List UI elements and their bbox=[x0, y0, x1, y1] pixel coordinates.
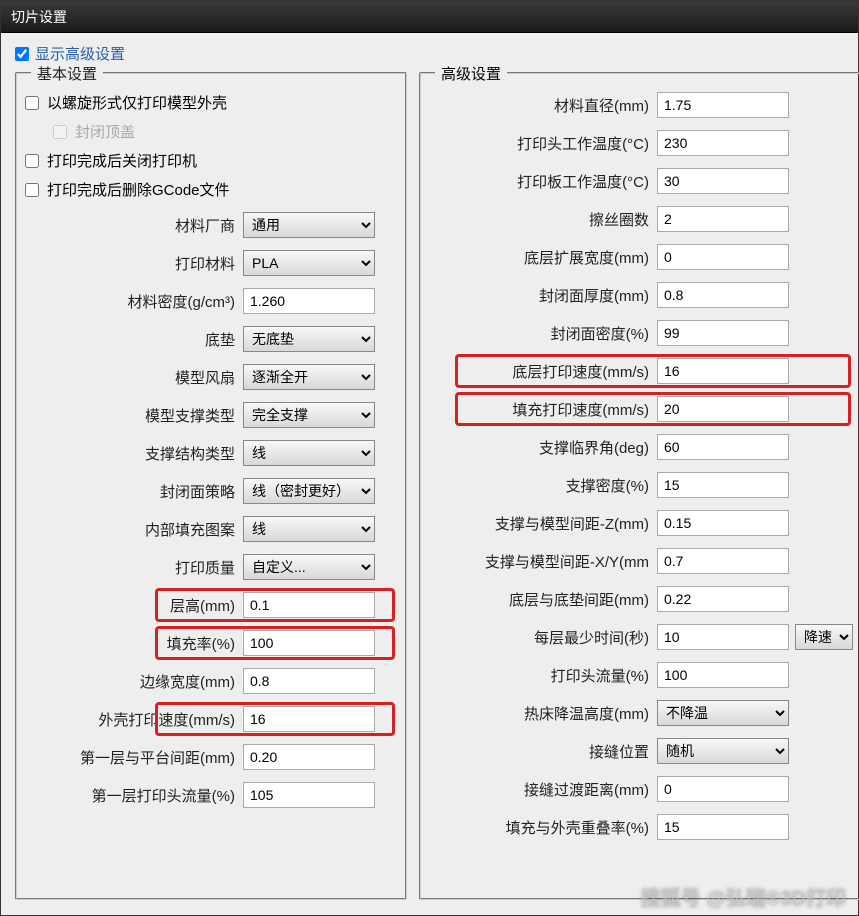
bed-temp-label: 打印板工作温度(°C) bbox=[425, 171, 657, 192]
support-struct-select[interactable]: 线 bbox=[243, 440, 375, 466]
wipe-label: 擦丝圈数 bbox=[425, 209, 657, 230]
base-expand-input[interactable] bbox=[657, 244, 789, 270]
layer-height-label: 层高(mm) bbox=[25, 595, 243, 616]
support-label: 模型支撑类型 bbox=[25, 405, 243, 426]
shell-speed-label: 外壳打印速度(mm/s) bbox=[25, 709, 243, 730]
support-density-label: 支撑密度(%) bbox=[425, 475, 657, 496]
layer-height-input[interactable] bbox=[243, 592, 375, 618]
diameter-label: 材料直径(mm) bbox=[425, 95, 657, 116]
material-select[interactable]: PLA bbox=[243, 250, 375, 276]
material-label: 打印材料 bbox=[25, 253, 243, 274]
support-gap-z-label: 支撑与模型间距-Z(mm) bbox=[425, 513, 657, 534]
support-struct-label: 支撑结构类型 bbox=[25, 443, 243, 464]
diameter-input[interactable] bbox=[657, 92, 789, 118]
first-gap-input[interactable] bbox=[243, 744, 375, 770]
head-flow-label: 打印头流量(%) bbox=[425, 665, 657, 686]
advanced-scroll[interactable]: 材料直径(mm) 打印头工作温度(°C) 打印板工作温度(°C) 擦丝圈数 底层… bbox=[425, 84, 857, 894]
shell-speed-input[interactable] bbox=[243, 706, 375, 732]
bed-cool-select[interactable]: 不降温 bbox=[657, 700, 789, 726]
raft-select[interactable]: 无底垫 bbox=[243, 326, 375, 352]
spiral-checkbox[interactable] bbox=[25, 96, 39, 110]
support-select[interactable]: 完全支撑 bbox=[243, 402, 375, 428]
seal-thick-input[interactable] bbox=[657, 282, 789, 308]
first-flow-input[interactable] bbox=[243, 782, 375, 808]
titlebar: 切片设置 bbox=[1, 1, 858, 33]
seal-density-input[interactable] bbox=[657, 320, 789, 346]
wipe-input[interactable] bbox=[657, 206, 789, 232]
infill-rate-label: 填充率(%) bbox=[25, 633, 243, 654]
infill-speed-label: 填充打印速度(mm/s) bbox=[425, 399, 657, 420]
infill-overlap-input[interactable] bbox=[657, 814, 789, 840]
min-layer-time-mode[interactable]: 降速 bbox=[795, 624, 853, 650]
slicer-settings-window: 切片设置 显示高级设置 基本设置 以螺旋形式仅打印模型外壳 封闭顶盖 bbox=[0, 0, 859, 916]
seal-strategy-select[interactable]: 线（密封更好） bbox=[243, 478, 375, 504]
advanced-settings-fieldset: 高级设置 材料直径(mm) 打印头工作温度(°C) 打印板工作温度(°C) 擦丝… bbox=[419, 72, 859, 900]
advanced-legend: 高级设置 bbox=[435, 63, 507, 84]
seam-dist-label: 接缝过渡距离(mm) bbox=[425, 779, 657, 800]
head-temp-input[interactable] bbox=[657, 130, 789, 156]
basic-legend: 基本设置 bbox=[31, 63, 103, 84]
head-flow-input[interactable] bbox=[657, 662, 789, 688]
content: 显示高级设置 基本设置 以螺旋形式仅打印模型外壳 封闭顶盖 打印完成后关闭打印机 bbox=[1, 33, 858, 910]
raft-label: 底垫 bbox=[25, 329, 243, 350]
quality-select[interactable]: 自定义... bbox=[243, 554, 375, 580]
seal-density-label: 封闭面密度(%) bbox=[425, 323, 657, 344]
base-speed-label: 底层打印速度(mm/s) bbox=[425, 361, 657, 382]
base-speed-input[interactable] bbox=[657, 358, 789, 384]
min-layer-time-input[interactable] bbox=[657, 624, 789, 650]
infill-rate-input[interactable] bbox=[243, 630, 375, 656]
head-temp-label: 打印头工作温度(°C) bbox=[425, 133, 657, 154]
show-advanced-checkbox[interactable] bbox=[15, 47, 29, 61]
bed-cool-label: 热床降温高度(mm) bbox=[425, 703, 657, 724]
first-flow-label: 第一层打印头流量(%) bbox=[25, 785, 243, 806]
power-off-checkbox[interactable] bbox=[25, 154, 39, 168]
raft-gap-input[interactable] bbox=[657, 586, 789, 612]
raft-gap-label: 底层与底垫间距(mm) bbox=[425, 589, 657, 610]
infill-overlap-label: 填充与外壳重叠率(%) bbox=[425, 817, 657, 838]
delete-gcode-checkbox[interactable] bbox=[25, 183, 39, 197]
support-angle-label: 支撑临界角(deg) bbox=[425, 437, 657, 458]
seal-top-checkbox[interactable] bbox=[53, 125, 67, 139]
edge-width-input[interactable] bbox=[243, 668, 375, 694]
fan-label: 模型风扇 bbox=[25, 367, 243, 388]
basic-settings-fieldset: 基本设置 以螺旋形式仅打印模型外壳 封闭顶盖 打印完成后关闭打印机 打印完成后删… bbox=[15, 72, 407, 900]
seam-pos-label: 接缝位置 bbox=[425, 741, 657, 762]
show-advanced-label: 显示高级设置 bbox=[35, 43, 125, 64]
power-off-option: 打印完成后关闭打印机 bbox=[25, 150, 397, 171]
bed-temp-input[interactable] bbox=[657, 168, 789, 194]
seam-dist-input[interactable] bbox=[657, 776, 789, 802]
edge-width-label: 边缘宽度(mm) bbox=[25, 671, 243, 692]
min-layer-time-label: 每层最少时间(秒) bbox=[425, 627, 657, 648]
base-expand-label: 底层扩展宽度(mm) bbox=[425, 247, 657, 268]
delete-gcode-option: 打印完成后删除GCode文件 bbox=[25, 179, 397, 200]
spiral-mode-option: 以螺旋形式仅打印模型外壳 bbox=[25, 92, 397, 113]
density-label: 材料密度(g/cm³) bbox=[25, 291, 243, 312]
seal-top-option: 封闭顶盖 bbox=[53, 121, 397, 142]
fan-select[interactable]: 逐渐全开 bbox=[243, 364, 375, 390]
support-gap-xy-input[interactable] bbox=[657, 548, 789, 574]
density-input[interactable] bbox=[243, 288, 375, 314]
infill-speed-input[interactable] bbox=[657, 396, 789, 422]
infill-pattern-select[interactable]: 线 bbox=[243, 516, 375, 542]
support-angle-input[interactable] bbox=[657, 434, 789, 460]
support-gap-z-input[interactable] bbox=[657, 510, 789, 536]
support-density-input[interactable] bbox=[657, 472, 789, 498]
seal-thick-label: 封闭面厚度(mm) bbox=[425, 285, 657, 306]
infill-pattern-label: 内部填充图案 bbox=[25, 519, 243, 540]
seam-pos-select[interactable]: 随机 bbox=[657, 738, 789, 764]
seal-strategy-label: 封闭面策略 bbox=[25, 481, 243, 502]
vendor-select[interactable]: 通用 bbox=[243, 212, 375, 238]
window-title: 切片设置 bbox=[11, 9, 67, 25]
advanced-wrap: 高级设置 材料直径(mm) 打印头工作温度(°C) 打印板工作温度(°C) 擦丝… bbox=[419, 72, 839, 900]
first-gap-label: 第一层与平台间距(mm) bbox=[25, 747, 243, 768]
support-gap-xy-label: 支撑与模型间距-X/Y(mm bbox=[425, 551, 657, 572]
quality-label: 打印质量 bbox=[25, 557, 243, 578]
vendor-label: 材料厂商 bbox=[25, 215, 243, 236]
